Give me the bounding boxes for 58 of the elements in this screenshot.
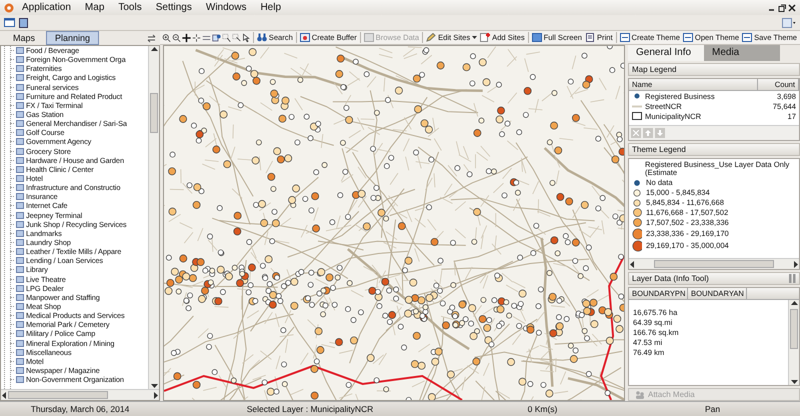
status-text: Pan [704, 404, 722, 414]
table-icon [364, 33, 374, 42]
scrollbar-thumb[interactable] [790, 309, 798, 349]
scroll-left-icon[interactable] [1, 392, 8, 398]
menu-item[interactable]: Application [16, 2, 77, 13]
monitor-icon [532, 33, 542, 42]
arrow-up-icon [645, 130, 651, 136]
zoom-out-icon[interactable] [172, 32, 181, 42]
panel-tab[interactable]: Planning [46, 31, 100, 45]
caret-icon [472, 36, 478, 40]
scroll-up-icon[interactable] [150, 46, 158, 53]
polygon-symbol-icon [632, 112, 642, 120]
scrollbar-thumb[interactable] [8, 391, 108, 399]
window-icon [682, 33, 693, 42]
section-header: Map Legend [628, 63, 800, 76]
panel-tab[interactable]: General Info [628, 45, 704, 61]
binoculars-icon [256, 33, 267, 42]
swap-arrows-icon[interactable] [147, 34, 156, 42]
scroll-right-icon[interactable] [792, 260, 799, 268]
scrollbar-thumb[interactable] [150, 93, 158, 133]
panel-tab[interactable]: Maps [4, 31, 44, 45]
menu-item[interactable]: Settings [150, 2, 198, 13]
document-icon [584, 33, 595, 42]
window-icon [742, 33, 752, 42]
select-icon[interactable] [222, 32, 231, 42]
window-icon[interactable] [4, 18, 15, 27]
pointer-icon[interactable] [242, 32, 251, 42]
scroll-down-icon[interactable] [790, 378, 798, 385]
pencil-icon [426, 33, 436, 42]
menu-item[interactable]: Tools [112, 2, 148, 13]
zoom-in-icon[interactable] [162, 32, 171, 42]
panel-tab[interactable]: Media [704, 45, 780, 61]
restore-icon[interactable] [778, 4, 786, 12]
point-symbol-icon [634, 93, 640, 99]
panel-icon[interactable] [19, 18, 28, 28]
menu-item[interactable]: Help [254, 2, 288, 13]
select-icon[interactable] [232, 32, 241, 42]
close-icon [633, 130, 639, 136]
arrow-down-icon [657, 130, 663, 136]
add-icon [480, 33, 490, 42]
scroll-right-icon[interactable] [152, 392, 159, 398]
dropdown-icon[interactable] [782, 18, 796, 28]
window-icon [620, 33, 630, 42]
scroll-left-icon[interactable] [629, 260, 636, 268]
crosshair-icon[interactable] [192, 32, 201, 42]
menu-item[interactable]: Map [78, 2, 110, 13]
pan-icon[interactable] [182, 32, 191, 42]
status-text: Thursday, March 06, 2014 [30, 404, 130, 414]
status-text: 0 Km(s) [526, 404, 558, 414]
close-icon[interactable] [788, 4, 796, 12]
app-logo-icon [4, 2, 14, 12]
status-text: Selected Layer : MunicipalityNCR [246, 404, 374, 414]
menu-item[interactable]: Windows [200, 2, 252, 13]
people-icon [635, 390, 645, 398]
section-header: Theme Legend [628, 143, 800, 156]
scrollbar-thumb[interactable] [654, 260, 774, 268]
line-symbol-icon [632, 104, 642, 108]
section-header: Layer Data (Info Tool) [632, 274, 710, 283]
